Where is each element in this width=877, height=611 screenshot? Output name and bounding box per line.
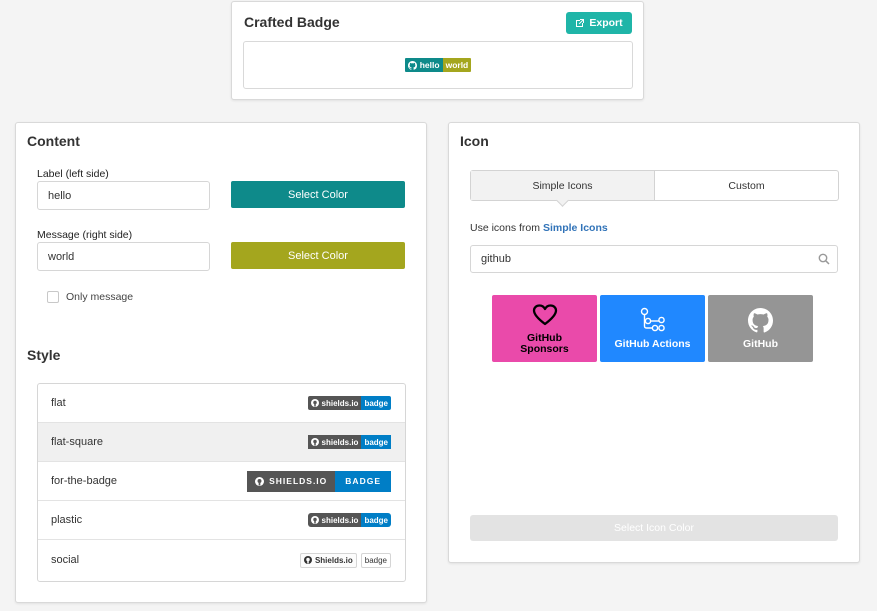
tab-simple-icons-label: Simple Icons xyxy=(532,179,593,192)
style-option-name: plastic xyxy=(51,514,83,526)
message-select-color-button[interactable]: Select Color xyxy=(231,242,405,269)
tab-custom[interactable]: Custom xyxy=(655,171,838,200)
export-label: Export xyxy=(589,17,623,29)
style-option-flat[interactable]: flat shields.io badge xyxy=(38,384,405,423)
style-badge-label: shields.io xyxy=(321,437,359,447)
style-option-name: social xyxy=(51,554,80,566)
github-actions-icon xyxy=(640,307,665,332)
icon-result-name: GitHub Sponsors xyxy=(520,331,569,355)
preview-badge-label: hello xyxy=(419,60,440,70)
style-option-social[interactable]: social Shields.io badge xyxy=(38,540,405,580)
style-preview-badge: shields.io badge xyxy=(307,396,391,410)
search-icon xyxy=(818,253,830,265)
label-input[interactable] xyxy=(37,181,210,210)
style-badge-label: shields.io xyxy=(321,398,359,408)
export-button[interactable]: Export xyxy=(566,12,632,34)
style-badge-label: Shields.io xyxy=(314,555,353,565)
style-badge-message: badge xyxy=(364,515,388,525)
preview-badge: hello world xyxy=(404,58,472,72)
label-field-label: Label (left side) xyxy=(37,168,109,180)
style-badge-label: shields.io xyxy=(321,515,359,525)
icon-card: Icon Simple Icons Custom Use icons from … xyxy=(448,122,860,563)
crafted-badge-title: Crafted Badge xyxy=(244,14,340,30)
github-icon xyxy=(310,438,319,446)
preview-badge-message: world xyxy=(445,60,469,70)
only-message-row[interactable]: Only message xyxy=(47,291,133,303)
label-select-color-button[interactable]: Select Color xyxy=(231,181,405,208)
style-option-name: flat xyxy=(51,397,66,409)
badge-preview: hello world xyxy=(243,41,633,89)
github-icon xyxy=(310,516,319,524)
style-badge-label: SHIELDS.IO xyxy=(269,476,328,486)
message-field-label: Message (right side) xyxy=(37,229,133,241)
icon-source-toggle: Simple Icons Custom xyxy=(470,170,839,201)
style-preview-badge: SHIELDS.IO BADGE xyxy=(247,470,391,492)
preview-badge-message-side: world xyxy=(442,58,472,72)
style-badge-message: badge xyxy=(364,398,388,408)
preview-badge-label-side: hello xyxy=(404,58,443,72)
heart-icon xyxy=(532,303,557,325)
style-preview-badge: shields.io badge xyxy=(307,513,391,527)
style-preview-badge: Shields.io badge xyxy=(299,552,391,568)
icon-search xyxy=(470,245,838,273)
style-badge-message: badge xyxy=(364,555,387,565)
github-icon xyxy=(303,556,312,564)
content-card: Content Label (left side) Select Color M… xyxy=(15,122,427,603)
icon-result-github-actions[interactable]: GitHub Actions xyxy=(600,295,705,362)
github-icon xyxy=(255,476,265,486)
style-list: flat shields.io badge flat-square shield… xyxy=(37,383,406,582)
icon-result-github-sponsors[interactable]: GitHub Sponsors xyxy=(492,295,597,362)
style-option-flat-square[interactable]: flat-square shields.io badge xyxy=(38,423,405,462)
style-title: Style xyxy=(27,347,61,363)
content-title: Content xyxy=(27,133,80,149)
style-option-name: for-the-badge xyxy=(51,475,118,487)
select-icon-color-button[interactable]: Select Icon Color xyxy=(470,515,838,541)
simple-icons-link[interactable]: Simple Icons xyxy=(543,222,608,234)
style-option-plastic[interactable]: plastic shields.io badge xyxy=(38,501,405,540)
style-option-for-the-badge[interactable]: for-the-badge SHIELDS.IO BADGE xyxy=(38,462,405,501)
tab-custom-label: Custom xyxy=(728,179,765,192)
external-link-icon xyxy=(576,19,585,27)
icon-result-name: GitHub xyxy=(743,337,778,350)
icon-result-name: GitHub Actions xyxy=(614,338,691,350)
crafted-badge-card: Crafted Badge Export hello world xyxy=(231,1,644,100)
icon-result-github[interactable]: GitHub xyxy=(708,295,813,362)
tab-simple-icons[interactable]: Simple Icons xyxy=(471,171,655,200)
icon-title: Icon xyxy=(460,133,489,149)
only-message-checkbox[interactable] xyxy=(47,291,59,303)
use-icons-text: Use icons from Simple Icons xyxy=(470,222,608,234)
style-badge-message: BADGE xyxy=(345,476,381,486)
style-badge-message: badge xyxy=(364,437,388,447)
style-option-name: flat-square xyxy=(51,436,103,448)
message-input[interactable] xyxy=(37,242,210,271)
style-preview-badge: shields.io badge xyxy=(307,435,391,449)
use-icons-prefix: Use icons from xyxy=(470,222,541,234)
only-message-label: Only message xyxy=(66,291,134,303)
github-icon xyxy=(310,399,319,407)
github-icon xyxy=(407,60,417,70)
icon-search-input[interactable] xyxy=(471,246,811,272)
github-icon xyxy=(748,307,773,332)
